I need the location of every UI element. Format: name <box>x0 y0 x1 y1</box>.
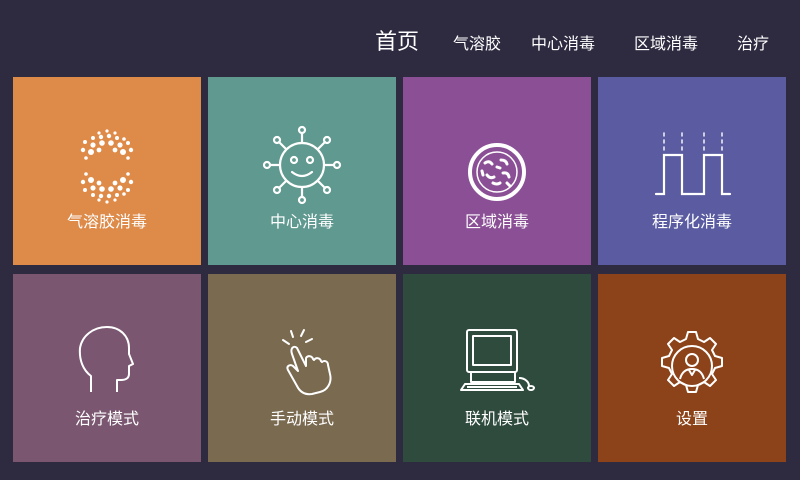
nav-center-disinfection[interactable]: 中心消毒 <box>531 30 595 54</box>
nav-aerosol[interactable]: 气溶胶 <box>453 30 501 54</box>
gear-person-icon <box>661 331 723 393</box>
tile-label: 区域消毒 <box>464 212 529 231</box>
nav-home[interactable]: 首页 <box>375 24 419 56</box>
tile-area-disinfection[interactable]: 区域消毒 <box>403 77 591 265</box>
tile-manual-mode[interactable]: 手动模式 <box>208 274 396 462</box>
nav-treatment[interactable]: 治疗 <box>737 30 769 54</box>
head-profile-icon <box>78 326 134 392</box>
tile-label: 设置 <box>675 409 708 428</box>
tile-center-disinfection[interactable]: 中心消毒 <box>208 77 396 265</box>
tile-settings[interactable]: 设置 <box>598 274 786 462</box>
top-navigation: 首页 气溶胶 中心消毒 区域消毒 治疗 <box>0 0 800 74</box>
tile-label: 手动模式 <box>269 409 334 428</box>
tile-label: 程序化消毒 <box>651 212 732 231</box>
pulse-wave-icon <box>654 132 732 196</box>
bacteria-petri-icon <box>468 143 526 201</box>
nav-area-disinfection[interactable]: 区域消毒 <box>634 30 698 54</box>
aerosol-icon <box>80 129 134 204</box>
virus-icon <box>262 125 342 205</box>
tile-label: 中心消毒 <box>269 212 334 231</box>
computer-icon <box>460 329 535 391</box>
tile-treatment-mode[interactable]: 治疗模式 <box>13 274 201 462</box>
tap-hand-icon <box>282 329 332 396</box>
tile-label: 联机模式 <box>464 409 529 428</box>
tile-label: 治疗模式 <box>74 409 139 428</box>
tile-online-mode[interactable]: 联机模式 <box>403 274 591 462</box>
tile-aerosol-disinfection[interactable]: 气溶胶消毒 <box>13 77 201 265</box>
tile-programmed-disinfection[interactable]: 程序化消毒 <box>598 77 786 265</box>
tile-label: 气溶胶消毒 <box>66 212 147 231</box>
